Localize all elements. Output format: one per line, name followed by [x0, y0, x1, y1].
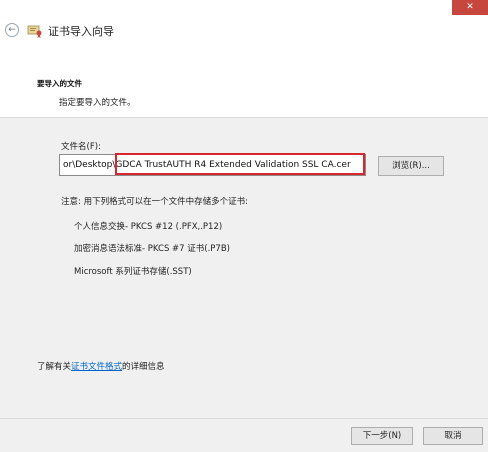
cancel-button[interactable]: 取消	[423, 427, 483, 445]
close-button[interactable]: ✕	[452, 0, 488, 15]
section-subtitle: 指定要导入的文件。	[59, 98, 136, 108]
format-note: 注意: 用下列格式可以在一个文件中存储多个证书:	[61, 197, 248, 207]
next-button[interactable]: 下一步(N)	[351, 427, 413, 445]
title-bar: ✕ ← 证书导入向导	[0, 0, 488, 40]
format-item-sst: Microsoft 系列证书存储(.SST)	[74, 267, 192, 277]
learn-more-suffix: 的详细信息	[122, 362, 165, 372]
file-name-label: 文件名(F):	[61, 142, 101, 152]
certificate-wizard-icon	[27, 25, 42, 38]
back-arrow-icon[interactable]: ←	[5, 23, 19, 37]
window-title: 证书导入向导	[48, 25, 114, 38]
cert-format-link[interactable]: 证书文件格式	[71, 362, 122, 372]
wizard-footer	[0, 418, 488, 452]
section-title: 要导入的文件	[37, 79, 82, 88]
browse-button[interactable]: 浏览(R)...	[378, 156, 444, 176]
learn-more-text: 了解有关证书文件格式的详细信息	[37, 360, 165, 372]
format-item-pfx: 个人信息交换- PKCS #12 (.PFX,.P12)	[74, 222, 223, 232]
file-path-value: or\Desktop\GDCA TrustAUTH R4 Extended Va…	[63, 160, 351, 170]
format-item-p7b: 加密消息语法标准- PKCS #7 证书(.P7B)	[74, 244, 230, 254]
learn-more-prefix: 了解有关	[37, 362, 72, 372]
file-path-input[interactable]: or\Desktop\GDCA TrustAUTH R4 Extended Va…	[59, 154, 366, 176]
